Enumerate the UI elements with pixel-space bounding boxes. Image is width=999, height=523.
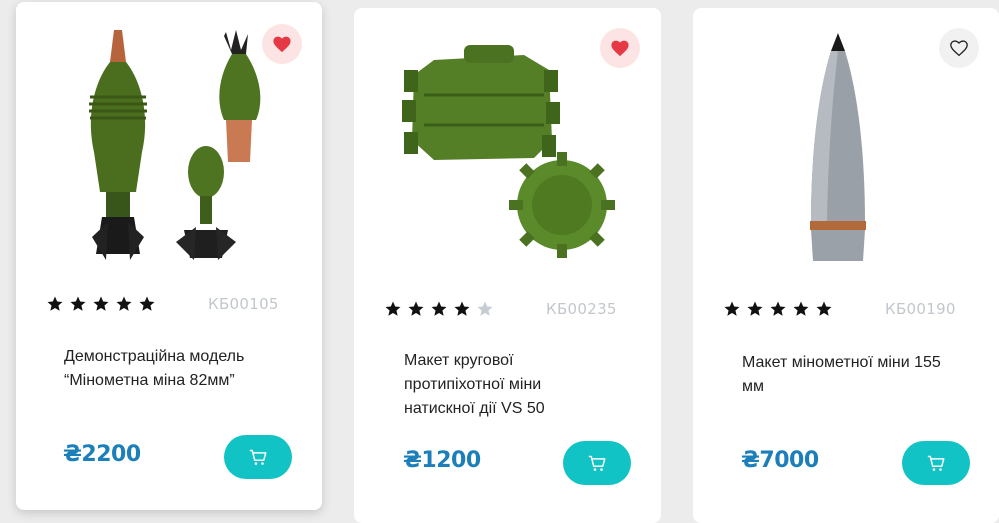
star-icon: [408, 301, 424, 316]
heart-icon: [950, 40, 968, 57]
product-title[interactable]: Демонстраційна модель “Мінометна міна 82…: [64, 345, 294, 393]
heart-icon: [273, 36, 291, 53]
product-image[interactable]: [803, 33, 873, 268]
heart-icon: [611, 40, 629, 57]
star-icon: [454, 301, 470, 316]
product-image[interactable]: [56, 22, 286, 267]
cart-icon: [927, 455, 945, 471]
favorite-button[interactable]: [939, 28, 979, 68]
product-card[interactable]: КБ00235 Макет кругової протипіхотної мін…: [354, 8, 661, 523]
star-icon: [139, 296, 155, 311]
star-icon: [724, 301, 740, 316]
product-sku: КБ00190: [885, 300, 956, 318]
add-to-cart-button[interactable]: [224, 435, 292, 479]
cart-icon: [249, 449, 267, 465]
star-icon: [70, 296, 86, 311]
favorite-button[interactable]: [262, 24, 302, 64]
star-icon: [385, 301, 401, 316]
star-icon: [116, 296, 132, 311]
product-sku: КБ00235: [546, 300, 617, 318]
cart-icon: [588, 455, 606, 471]
product-price: ₴2200: [63, 442, 141, 467]
rating-stars: [723, 300, 833, 318]
star-icon: [793, 301, 809, 316]
favorite-button[interactable]: [600, 28, 640, 68]
star-icon: [816, 301, 832, 316]
product-sku: КБ00105: [208, 295, 279, 313]
product-card[interactable]: КБ00105 Демонстраційна модель “Мінометна…: [16, 2, 322, 510]
product-price: ₴1200: [403, 448, 481, 473]
rating-stars: [46, 295, 156, 313]
add-to-cart-button[interactable]: [563, 441, 631, 485]
product-title[interactable]: Макет кругової протипіхотної міни натиск…: [404, 349, 604, 421]
star-icon-empty: [477, 301, 493, 316]
product-image[interactable]: [394, 40, 634, 268]
star-icon: [93, 296, 109, 311]
star-icon: [47, 296, 63, 311]
star-icon: [747, 301, 763, 316]
product-title[interactable]: Макет мінометної міни 155 мм: [742, 351, 952, 399]
star-icon: [770, 301, 786, 316]
product-price: ₴7000: [741, 448, 819, 473]
add-to-cart-button[interactable]: [902, 441, 970, 485]
rating-stars: [384, 300, 494, 318]
product-card[interactable]: КБ00190 Макет мінометної міни 155 мм ₴70…: [693, 8, 999, 523]
star-icon: [431, 301, 447, 316]
